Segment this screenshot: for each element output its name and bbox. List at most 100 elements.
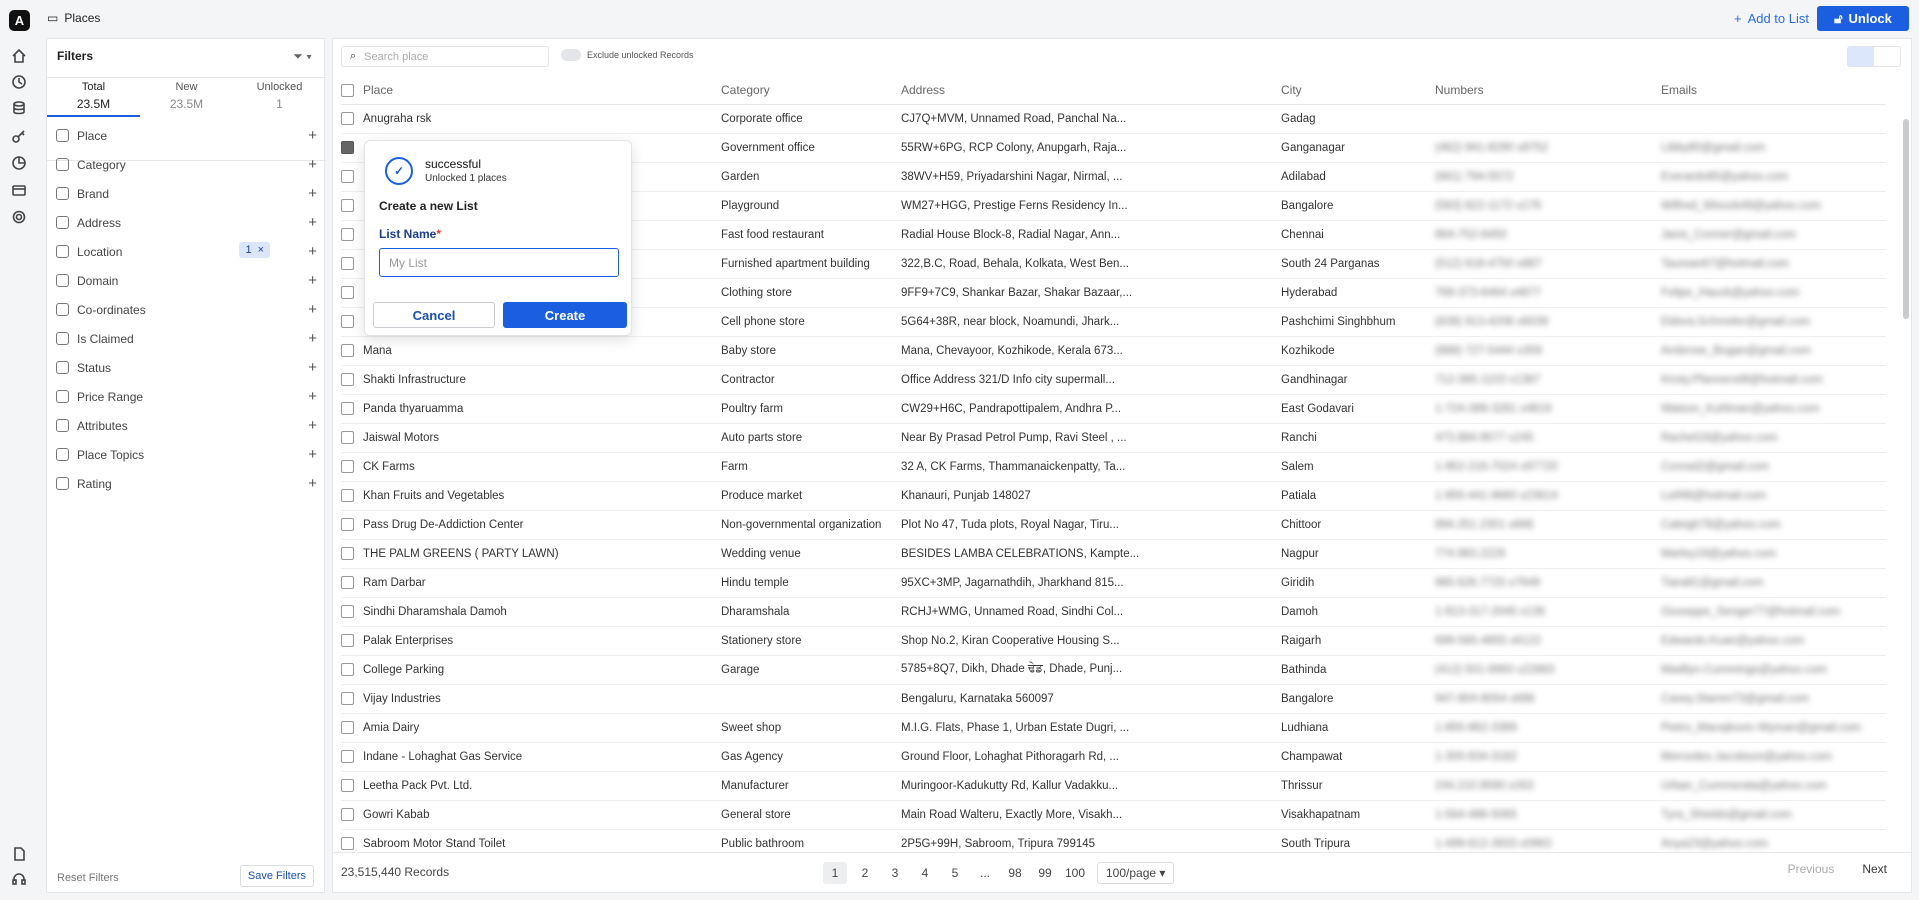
column-emails[interactable]: Emails [1661,76,1886,105]
plus-icon[interactable]: + [308,417,317,434]
table-row[interactable]: Sindhi Dharamshala Damoh Dharamshala RCHJ+… [341,597,1886,627]
column-numbers[interactable]: Numbers [1435,76,1661,105]
row-checkbox[interactable] [341,489,354,502]
save-filters-button[interactable]: Save Filters [239,865,314,887]
plus-icon[interactable]: + [308,272,317,289]
gear-icon[interactable] [11,209,27,225]
plus-icon[interactable]: + [308,330,317,347]
plus-icon[interactable]: + [308,156,317,173]
plus-icon[interactable]: + [308,214,317,231]
row-checkbox[interactable] [341,344,354,357]
row-checkbox[interactable] [341,692,354,705]
filter-address[interactable]: Address + [47,208,326,237]
table-row[interactable]: Pass Drug De-Addiction Center Non-governm… [341,510,1886,540]
reset-filters-button[interactable]: Reset Filters [57,872,119,884]
filter-is-claimed[interactable]: Is Claimed + [47,324,326,353]
row-checkbox[interactable] [341,547,354,560]
filter-place[interactable]: Place + [47,121,326,150]
table-row[interactable]: Ram Darbar Hindu temple 95XC+3MP, Jagarnat… [341,568,1886,598]
add-to-list-button[interactable]: + Add to List [1734,11,1809,26]
row-checkbox[interactable] [341,228,354,241]
row-checkbox[interactable] [341,750,354,763]
search-input[interactable]: ⌕ Search place [341,46,549,67]
row-checkbox[interactable] [341,576,354,589]
table-row[interactable]: Khan Fruits and Vegetables Produce market… [341,481,1886,511]
page-99[interactable]: 99 [1033,862,1057,884]
row-checkbox[interactable] [341,663,354,676]
analytics-icon[interactable] [11,155,27,171]
row-checkbox[interactable] [341,721,354,734]
row-checkbox[interactable] [341,199,354,212]
cancel-button[interactable]: Cancel [373,302,495,328]
history-icon[interactable] [11,74,27,90]
table-row[interactable]: Shakti Infrastructure Contractor Office Ad… [341,365,1886,395]
table-row[interactable]: College Parking Garage 5785+8Q7, Dikh, Dha… [341,655,1886,685]
table-view-icon[interactable] [1848,47,1874,66]
filter-brand[interactable]: Brand + [47,179,326,208]
filter-attributes[interactable]: Attributes + [47,411,326,440]
list-name-input[interactable]: My List [379,248,619,277]
row-checkbox[interactable] [341,837,354,850]
document-icon[interactable] [11,846,27,862]
select-all-checkbox[interactable] [341,83,354,97]
page-100[interactable]: 100 [1063,862,1087,884]
row-checkbox[interactable] [341,431,354,444]
row-checkbox[interactable] [341,402,354,415]
table-row[interactable]: Palak Enterprises Stationery store Shop No… [341,626,1886,656]
row-checkbox[interactable] [341,286,354,299]
plus-icon[interactable]: + [308,127,317,144]
column-category[interactable]: Category [721,76,901,105]
table-row[interactable]: Amia Dairy Sweet shop M.I.G. Flats, Phase … [341,713,1886,743]
create-button[interactable]: Create [503,302,627,328]
page-5[interactable]: 5 [943,862,967,884]
table-row[interactable]: CK Farms Farm 32 A, CK Farms, Thammanaicke… [341,452,1886,482]
plus-icon[interactable]: + [308,359,317,376]
row-checkbox[interactable] [341,112,354,125]
page-4[interactable]: 4 [913,862,937,884]
page-98[interactable]: 98 [1003,862,1027,884]
table-row[interactable]: Anugraha rsk Corporate office CJ7Q+MVM, Un… [341,104,1886,134]
table-row[interactable]: Jaiswal Motors Auto parts store Near By Pr… [341,423,1886,453]
filter-rating[interactable]: Rating + [47,469,326,498]
filter-location[interactable]: Location 1 × + [47,237,326,266]
scrollbar[interactable] [1903,119,1909,319]
page-2[interactable]: 2 [853,862,877,884]
filter-domain[interactable]: Domain + [47,266,326,295]
tab-new[interactable]: New 23.5M [140,81,233,111]
table-row[interactable]: Indane - Lohaghat Gas Service Gas Agency G… [341,742,1886,772]
row-checkbox[interactable] [341,634,354,647]
filter-price-range[interactable]: Price Range + [47,382,326,411]
previous-button[interactable]: Previous [1788,862,1835,876]
tab-unlocked[interactable]: Unlocked 1 [233,81,326,111]
filter-category[interactable]: Category + [47,150,326,179]
home-icon[interactable] [11,48,27,64]
location-count-badge[interactable]: 1 × [239,242,270,258]
page-1[interactable]: 1 [823,862,847,884]
unlock-button[interactable]: 🔓︎ Unlock [1817,6,1909,31]
page-3[interactable]: 3 [883,862,907,884]
plus-icon[interactable]: + [308,475,317,492]
key-icon[interactable] [11,128,27,144]
column-place[interactable]: Place [363,76,721,105]
row-checkbox[interactable] [341,779,354,792]
view-switcher[interactable] [1847,46,1901,67]
row-checkbox[interactable] [341,170,354,183]
table-row[interactable]: Vijay Industries Bengaluru, Karnataka 560… [341,684,1886,714]
table-row[interactable]: THE PALM GREENS ( PARTY LAWN) Wedding ven… [341,539,1886,569]
row-checkbox[interactable] [341,605,354,618]
table-row[interactable]: Mana Baby store Mana, Chevayoor, Kozhikode… [341,336,1886,366]
row-checkbox[interactable] [341,315,354,328]
row-checkbox[interactable] [341,141,354,154]
plus-icon[interactable]: + [308,388,317,405]
row-checkbox[interactable] [341,518,354,531]
per-page-select[interactable]: 100/page ▾ [1097,862,1175,884]
plus-icon[interactable]: + [308,243,317,260]
filter-coordinates[interactable]: Co-ordinates + [47,295,326,324]
toggle-switch[interactable] [561,49,581,61]
table-row[interactable]: Leetha Pack Pvt. Ltd. Manufacturer Muringo… [341,771,1886,801]
plus-icon[interactable]: + [308,185,317,202]
column-city[interactable]: City [1281,76,1435,105]
app-logo[interactable]: A [9,10,30,31]
exclude-unlocked-toggle[interactable]: Exclude unlocked Records [561,49,694,61]
card-icon[interactable] [11,182,27,198]
